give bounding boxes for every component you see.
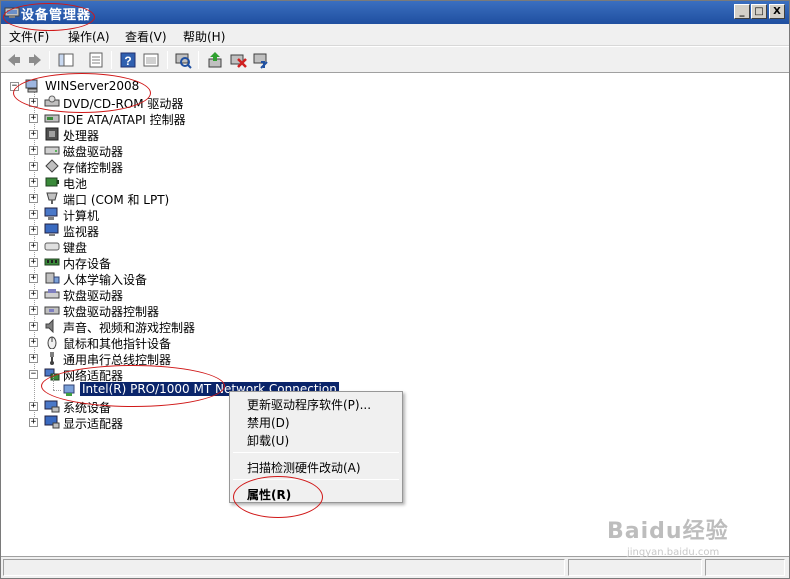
- expand-toggle[interactable]: −: [29, 370, 38, 379]
- tree-item-label: 显示适配器: [63, 417, 124, 431]
- update-driver-menu-item[interactable]: 更新驱动程序软件(P)...: [247, 396, 371, 413]
- hid-icon: [45, 272, 60, 284]
- annotation-ellipse: [41, 365, 225, 407]
- processor-icon: [45, 127, 59, 141]
- tree-item[interactable]: + 存储控制器: [3, 158, 403, 175]
- expand-toggle[interactable]: +: [29, 226, 38, 235]
- forward-icon[interactable]: [26, 51, 44, 69]
- toolbar-separator: [167, 51, 168, 69]
- status-pane-main: [3, 559, 565, 576]
- expand-toggle[interactable]: +: [29, 210, 38, 219]
- scan-hardware-icon[interactable]: [174, 51, 192, 69]
- menu-separator: [233, 452, 399, 453]
- display-adapter-icon: [44, 415, 60, 429]
- status-bar: [1, 556, 789, 578]
- expand-toggle[interactable]: +: [29, 178, 38, 187]
- ide-controller-icon: [44, 114, 60, 123]
- toolbar-separator: [198, 51, 199, 69]
- expand-toggle[interactable]: +: [29, 418, 38, 427]
- toolbar-separator: [49, 51, 50, 69]
- battery-icon: [45, 177, 59, 187]
- expand-toggle[interactable]: +: [29, 194, 38, 203]
- tree-item[interactable]: + 处理器: [3, 126, 403, 143]
- expand-toggle[interactable]: +: [29, 290, 38, 299]
- expand-toggle[interactable]: +: [29, 306, 38, 315]
- floppy-drive-icon: [44, 289, 60, 299]
- disable-menu-item[interactable]: 禁用(D): [247, 414, 290, 431]
- tree-item[interactable]: + 软盘驱动器: [3, 286, 403, 303]
- tree-item[interactable]: + 通用串行总线控制器: [3, 350, 403, 367]
- system-device-icon: [44, 400, 60, 413]
- annotation-ellipse: [3, 3, 95, 31]
- tree-item[interactable]: + 监视器: [3, 222, 403, 239]
- expand-toggle[interactable]: +: [29, 402, 38, 411]
- title-bar[interactable]: 设备管理器 _ □ X: [1, 1, 789, 24]
- expand-toggle[interactable]: +: [29, 274, 38, 283]
- watermark-url: jingyan.baidu.com: [627, 547, 720, 558]
- svg-text:?: ?: [124, 54, 131, 68]
- expand-toggle[interactable]: +: [29, 242, 38, 251]
- show-hide-icon[interactable]: [142, 51, 160, 69]
- expand-toggle[interactable]: +: [29, 338, 38, 347]
- tree-item[interactable]: + 鼠标和其他指针设备: [3, 334, 403, 351]
- status-pane: [568, 559, 702, 576]
- status-pane: [705, 559, 785, 576]
- expand-toggle[interactable]: +: [29, 130, 38, 139]
- disable-icon[interactable]: [252, 51, 270, 69]
- sound-icon: [45, 319, 54, 333]
- tree-item[interactable]: + 计算机: [3, 206, 403, 223]
- back-icon[interactable]: [5, 51, 23, 69]
- mouse-icon: [47, 336, 57, 349]
- usb-icon: [50, 352, 54, 365]
- monitor-icon: [44, 223, 59, 236]
- annotation-ellipse: [13, 73, 151, 113]
- memory-icon: [44, 258, 60, 266]
- tree-item[interactable]: + 电池: [3, 174, 403, 191]
- device-manager-window: 设备管理器 _ □ X 文件(F) 操作(A) 查看(V) 帮助(H) ? − …: [0, 0, 790, 579]
- menu-action[interactable]: 操作(A): [68, 28, 110, 45]
- maximize-button[interactable]: □: [751, 4, 767, 19]
- keyboard-icon: [44, 242, 60, 251]
- menu-help[interactable]: 帮助(H): [183, 28, 225, 45]
- expand-toggle[interactable]: +: [29, 162, 38, 171]
- menu-view[interactable]: 查看(V): [125, 28, 167, 45]
- console-tree-icon[interactable]: [57, 51, 75, 69]
- expand-toggle[interactable]: +: [29, 354, 38, 363]
- watermark-logo: Baidu经验: [607, 519, 729, 544]
- tree-item[interactable]: + IDE ATA/ATAPI 控制器: [3, 110, 403, 127]
- menu-bar: 文件(F) 操作(A) 查看(V) 帮助(H): [1, 24, 789, 46]
- tree-item[interactable]: + 软盘驱动器控制器: [3, 302, 403, 319]
- toolbar: ?: [1, 47, 789, 73]
- uninstall-icon[interactable]: [229, 51, 247, 69]
- tree-item[interactable]: + 端口 (COM 和 LPT): [3, 190, 403, 207]
- tree-item[interactable]: + 磁盘驱动器: [3, 142, 403, 159]
- expand-toggle[interactable]: +: [29, 114, 38, 123]
- disk-drive-icon: [44, 146, 60, 155]
- computer-icon: [44, 207, 58, 220]
- port-icon: [46, 192, 58, 204]
- uninstall-menu-item[interactable]: 卸载(U): [247, 432, 289, 449]
- help-icon[interactable]: ?: [119, 51, 137, 69]
- close-button[interactable]: X: [769, 4, 785, 19]
- tree-item[interactable]: + 人体学输入设备: [3, 270, 403, 287]
- toolbar-separator: [111, 51, 112, 69]
- properties-icon[interactable]: [87, 51, 105, 69]
- tree-item[interactable]: + 声音、视频和游戏控制器: [3, 318, 403, 335]
- expand-toggle[interactable]: +: [29, 146, 38, 155]
- expand-toggle[interactable]: +: [29, 258, 38, 267]
- scan-hardware-menu-item[interactable]: 扫描检测硬件改动(A): [247, 459, 361, 476]
- tree-item[interactable]: + 内存设备: [3, 254, 403, 271]
- minimize-button[interactable]: _: [734, 4, 750, 19]
- annotation-ellipse: [233, 476, 323, 518]
- storage-controller-icon: [45, 159, 59, 173]
- expand-toggle[interactable]: +: [29, 322, 38, 331]
- floppy-controller-icon: [44, 306, 60, 315]
- update-driver-icon[interactable]: [206, 51, 224, 69]
- tree-item[interactable]: + 键盘: [3, 238, 403, 255]
